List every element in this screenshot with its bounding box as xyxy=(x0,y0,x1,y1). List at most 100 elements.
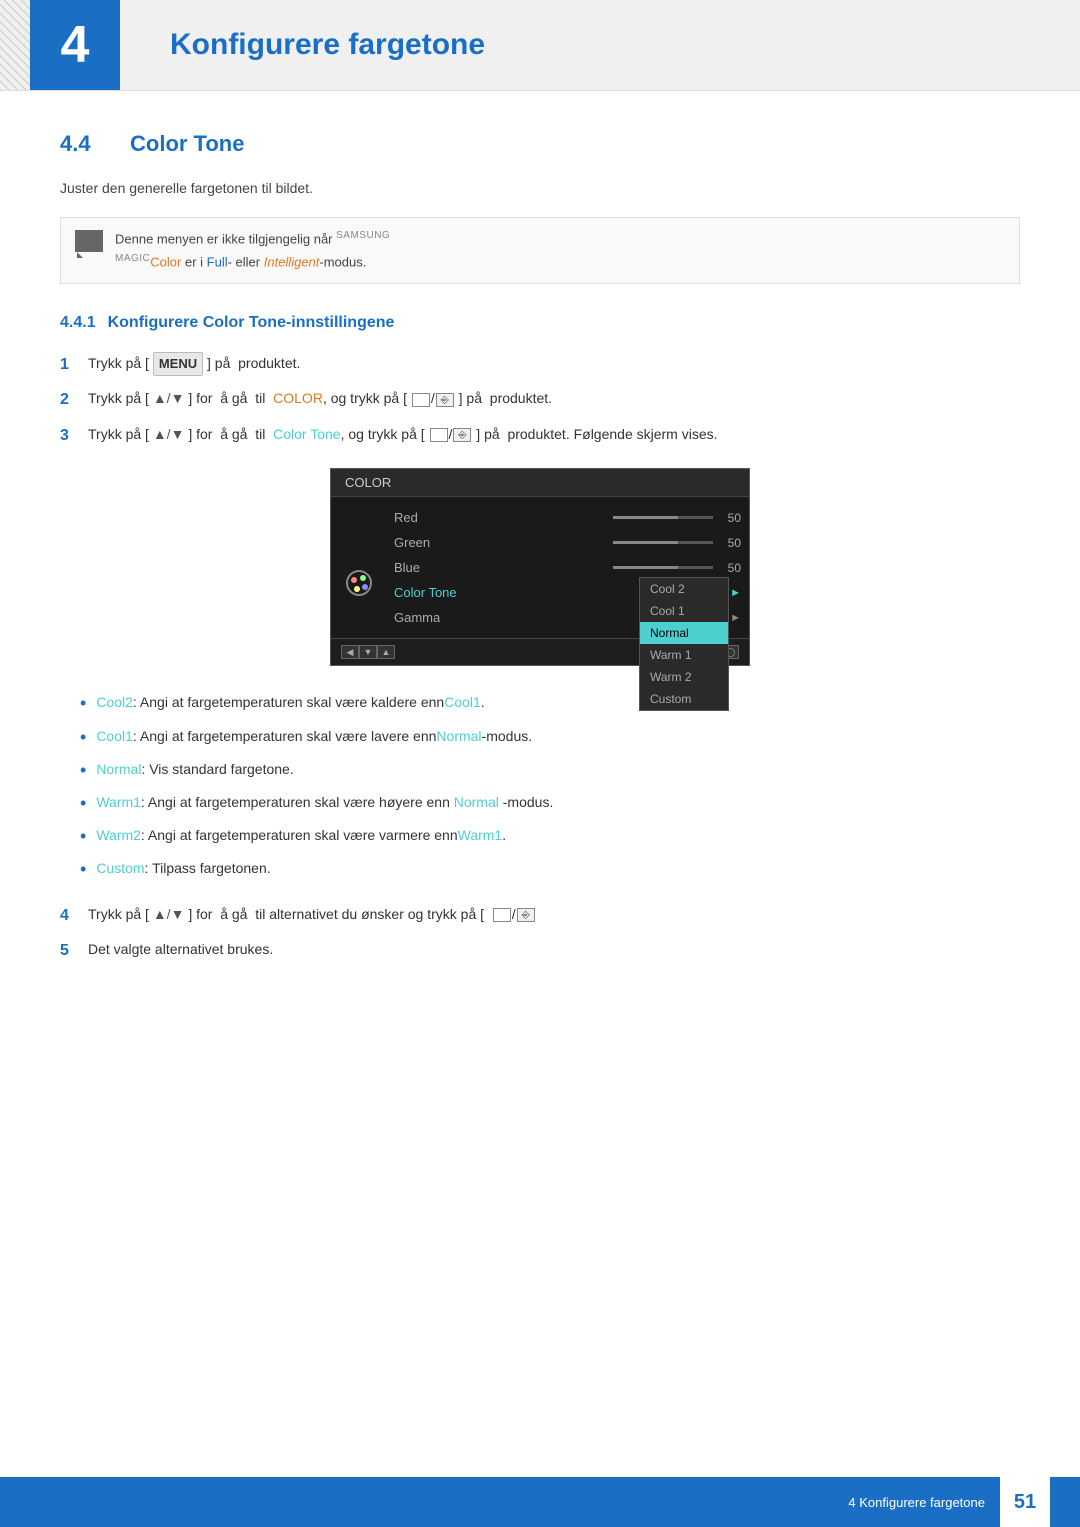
section-title: Color Tone xyxy=(130,131,244,157)
menu-btn-left: ◀ xyxy=(341,645,359,659)
colortone-submenu: Cool 2 Cool 1 Normal Warm 1 Warm 2 Custo… xyxy=(639,577,729,711)
value-red: 50 xyxy=(719,511,741,525)
step-5-content: Det valgte alternativet brukes. xyxy=(88,938,1020,960)
menu-left xyxy=(331,505,386,630)
bullet-dot-5: • xyxy=(80,824,86,849)
color-menu-screenshot: COLOR Red xyxy=(330,468,750,666)
menu-slider-green: 50 xyxy=(613,536,741,550)
normal-ref-1: Normal xyxy=(436,728,481,744)
step-3-number: 3 xyxy=(60,423,88,449)
steps-after-list: 4 Trykk på [ ▲/▼ ] for å gå til alternat… xyxy=(60,903,1020,964)
enter-icon2: ⎆ xyxy=(453,428,471,442)
menu-btn-down: ▼ xyxy=(359,645,377,659)
bullet-item-warm2: • Warm2: Angi at fargetemperaturen skal … xyxy=(80,824,1020,849)
step-4-number: 4 xyxy=(60,903,88,929)
bullet-item-custom: • Custom: Tilpass fargetonen. xyxy=(80,857,1020,882)
section-number: 4.4 xyxy=(60,131,110,157)
bullet-dot-1: • xyxy=(80,691,86,716)
footer-chapter-label: 4 Konfigurere fargetone xyxy=(848,1495,985,1510)
note-text: Denne menyen er ikke tilgjengelig når SA… xyxy=(115,228,390,272)
bullet-list: • Cool2: Angi at fargetemperaturen skal … xyxy=(80,691,1020,882)
warm1-ref: Warm1 xyxy=(458,827,503,843)
chapter-number-block: 4 xyxy=(30,0,120,90)
step-5: 5 Det valgte alternativet brukes. xyxy=(60,938,1020,964)
submenu-custom: Custom xyxy=(640,688,728,710)
square-icon2 xyxy=(430,428,448,442)
enter-icon: ⎆ xyxy=(436,393,454,407)
step-3: 3 Trykk på [ ▲/▼ ] for å gå til Color To… xyxy=(60,423,1020,449)
bullet-text-custom: Custom: Tilpass fargetonen. xyxy=(96,857,270,879)
footer-page-number: 51 xyxy=(1000,1477,1050,1527)
menu-label-blue: Blue xyxy=(394,560,420,575)
step-2-content: Trykk på [ ▲/▼ ] for å gå til COLOR, og … xyxy=(88,387,1020,409)
menu-item-red: Red 50 xyxy=(386,505,749,530)
normal-ref-2: Normal xyxy=(454,794,499,810)
up-btn-icon: ▲ xyxy=(377,645,395,659)
step-5-number: 5 xyxy=(60,938,88,964)
chapter-title-text: Konfigurere fargetone xyxy=(150,3,505,87)
step-4-content: Trykk på [ ▲/▼ ] for å gå til alternativ… xyxy=(88,903,1020,925)
menu-label-green: Green xyxy=(394,535,430,550)
full-keyword: Full xyxy=(207,254,228,269)
warm2-term: Warm2 xyxy=(96,827,141,843)
page-footer: 4 Konfigurere fargetone 51 xyxy=(0,1477,1080,1527)
slider-green-fill xyxy=(613,541,678,544)
bullet-item-cool2: • Cool2: Angi at fargetemperaturen skal … xyxy=(80,691,1020,716)
menu-title-bar: COLOR xyxy=(331,469,749,497)
bullet-item-cool1: • Cool1: Angi at fargetemperaturen skal … xyxy=(80,725,1020,750)
step-4: 4 Trykk på [ ▲/▼ ] for å gå til alternat… xyxy=(60,903,1020,929)
submenu-cool1: Cool 1 xyxy=(640,600,728,622)
menu-key: MENU xyxy=(153,352,203,377)
slider-blue xyxy=(613,566,713,569)
menu-slider-blue: 50 xyxy=(613,561,741,575)
step-1-content: Trykk på [ MENU ] på produktet. xyxy=(88,352,1020,377)
color-keyword: Color xyxy=(150,254,181,269)
menu-label-gamma: Gamma xyxy=(394,610,440,625)
slider-red-fill xyxy=(613,516,678,519)
value-green: 50 xyxy=(719,536,741,550)
bullet-dot-6: • xyxy=(80,857,86,882)
submenu-normal: Normal xyxy=(640,622,728,644)
section-description: Juster den generelle fargetonen til bild… xyxy=(60,177,1020,199)
value-blue: 50 xyxy=(719,561,741,575)
menu-arrow-colortone: ► xyxy=(730,587,741,599)
menu-palette-icon xyxy=(345,569,373,597)
menu-label-red: Red xyxy=(394,510,418,525)
intelligent-keyword: Intelligent xyxy=(264,254,320,269)
submenu-cool2: Cool 2 xyxy=(640,578,728,600)
slider-blue-fill xyxy=(613,566,678,569)
cool1-ref: Cool1 xyxy=(444,694,481,710)
bullet-dot-2: • xyxy=(80,725,86,750)
square-icon3 xyxy=(493,908,511,922)
bullet-text-warm1: Warm1: Angi at fargetemperaturen skal væ… xyxy=(96,791,553,813)
bullet-text-warm2: Warm2: Angi at fargetemperaturen skal væ… xyxy=(96,824,506,846)
menu-item-green: Green 50 xyxy=(386,530,749,555)
slider-green xyxy=(613,541,713,544)
enter-icon3: ⎆ xyxy=(517,908,535,922)
header-decoration xyxy=(0,0,30,90)
submenu-warm2: Warm 2 xyxy=(640,666,728,688)
step-2-number: 2 xyxy=(60,387,88,413)
color-ref: COLOR xyxy=(273,390,323,406)
subsection-heading: 4.4.1 Konfigurere Color Tone-innstilling… xyxy=(60,314,1020,332)
section-heading: 4.4 Color Tone xyxy=(60,131,1020,157)
bullet-dot-3: • xyxy=(80,758,86,783)
menu-btn-up: ▲ xyxy=(377,645,395,659)
menu-arrow-gamma: ► xyxy=(730,612,741,624)
bullet-item-normal: • Normal: Vis standard fargetone. xyxy=(80,758,1020,783)
cool2-term: Cool2 xyxy=(96,694,133,710)
note-icon xyxy=(75,230,103,252)
step-1-number: 1 xyxy=(60,352,88,378)
note-box: Denne menyen er ikke tilgjengelig når SA… xyxy=(60,217,1020,283)
subsection-title: Konfigurere Color Tone-innstillingene xyxy=(108,314,395,332)
bullet-text-cool2: Cool2: Angi at fargetemperaturen skal væ… xyxy=(96,691,484,713)
menu-slider-red: 50 xyxy=(613,511,741,525)
page-header: 4 Konfigurere fargetone xyxy=(0,0,1080,91)
step-1: 1 Trykk på [ MENU ] på produktet. xyxy=(60,352,1020,378)
step-3-content: Trykk på [ ▲/▼ ] for å gå til Color Tone… xyxy=(88,423,1020,445)
bullet-dot-4: • xyxy=(80,791,86,816)
subsection-number: 4.4.1 xyxy=(60,314,96,332)
main-content: 4.4 Color Tone Juster den generelle farg… xyxy=(0,131,1080,1044)
menu-label-colortone: Color Tone xyxy=(394,585,457,600)
steps-list: 1 Trykk på [ MENU ] på produktet. 2 Tryk… xyxy=(60,352,1020,449)
